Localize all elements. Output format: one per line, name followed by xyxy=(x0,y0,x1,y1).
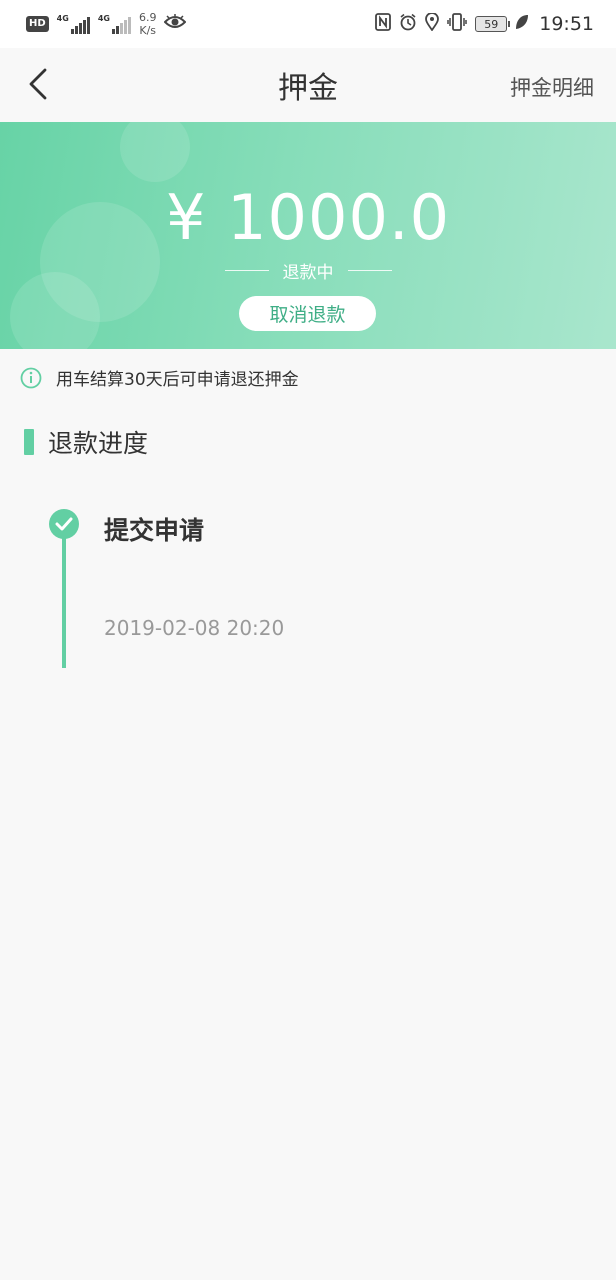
section-title-text: 退款进度 xyxy=(48,429,149,458)
step-time: 2019-02-08 20:20 xyxy=(104,616,285,640)
page-title: 押金 xyxy=(278,71,338,106)
section-marker xyxy=(24,429,34,455)
battery-icon: 59 xyxy=(475,16,511,32)
signal-icon-secondary: 4G xyxy=(98,14,131,34)
nav-bar: 押金 押金明细 xyxy=(0,48,616,122)
back-button[interactable] xyxy=(20,66,56,102)
section-title: 退款进度 xyxy=(24,424,148,460)
status-bar: HD 4G 4G 6.9 K/s 59 19:51 xyxy=(0,0,616,48)
clock: 19:51 xyxy=(539,13,594,35)
deposit-detail-link[interactable]: 押金明细 xyxy=(510,72,594,102)
leaf-icon xyxy=(515,14,529,35)
signal-icon: 4G xyxy=(57,14,90,34)
refund-status: 退款中 xyxy=(0,258,616,283)
refund-tip: 用车结算30天后可申请退还押金 xyxy=(20,365,299,390)
check-icon xyxy=(49,509,79,539)
vibrate-icon xyxy=(447,12,467,36)
network-speed: 6.9 K/s xyxy=(138,11,157,37)
chevron-left-icon xyxy=(29,68,47,100)
timeline-line xyxy=(62,528,66,668)
nfc-icon xyxy=(375,12,392,36)
location-icon xyxy=(425,11,440,36)
deposit-amount: ¥ 1000.0 xyxy=(165,181,451,254)
refund-status-label: 退款中 xyxy=(282,263,334,283)
deposit-banner: ¥ 1000.0 退款中 取消退款 xyxy=(0,122,616,349)
info-icon xyxy=(20,367,42,388)
refund-tip-text: 用车结算30天后可申请退还押金 xyxy=(56,370,299,390)
eye-icon xyxy=(164,13,187,35)
cancel-refund-button[interactable]: 取消退款 xyxy=(239,296,376,331)
alarm-icon xyxy=(399,13,417,36)
hd-badge: HD xyxy=(26,16,49,32)
step-title: 提交申请 xyxy=(104,516,205,545)
